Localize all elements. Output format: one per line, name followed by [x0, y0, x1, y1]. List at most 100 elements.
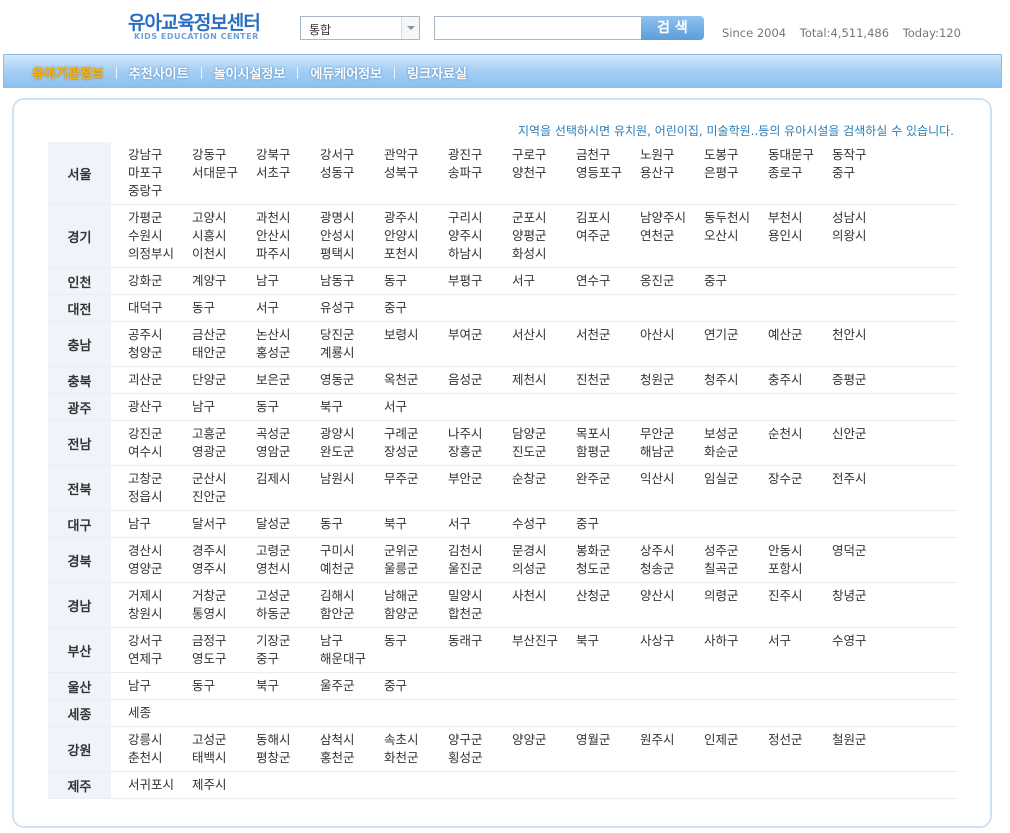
city-link[interactable]: 노원구: [640, 146, 704, 164]
city-link[interactable]: 경산시: [128, 542, 192, 560]
city-link[interactable]: 공주시: [128, 326, 192, 344]
city-link[interactable]: 영천시: [256, 560, 320, 578]
city-link[interactable]: 광양시: [320, 425, 384, 443]
city-link[interactable]: 용산구: [640, 164, 704, 182]
city-link[interactable]: 중랑구: [128, 182, 192, 200]
city-link[interactable]: 양천구: [512, 164, 576, 182]
city-link[interactable]: 곡성군: [256, 425, 320, 443]
city-link[interactable]: 수영구: [832, 632, 896, 650]
city-link[interactable]: 괴산군: [128, 371, 192, 389]
city-link[interactable]: 강북구: [256, 146, 320, 164]
city-link[interactable]: 북구: [576, 632, 640, 650]
city-link[interactable]: 부여군: [448, 326, 512, 344]
city-link[interactable]: 서구: [256, 299, 320, 317]
city-link[interactable]: 증평군: [832, 371, 896, 389]
city-link[interactable]: 목포시: [576, 425, 640, 443]
city-link[interactable]: 의정부시: [128, 245, 192, 263]
city-link[interactable]: 영등포구: [576, 164, 640, 182]
city-link[interactable]: 남구: [128, 515, 192, 533]
city-link[interactable]: 충주시: [768, 371, 832, 389]
city-link[interactable]: 함안군: [320, 605, 384, 623]
city-link[interactable]: 남원시: [320, 470, 384, 488]
city-link[interactable]: 서산시: [512, 326, 576, 344]
city-link[interactable]: 전주시: [832, 470, 896, 488]
city-link[interactable]: 청송군: [640, 560, 704, 578]
city-link[interactable]: 순창군: [512, 470, 576, 488]
city-link[interactable]: 구미시: [320, 542, 384, 560]
city-link[interactable]: 영암군: [256, 443, 320, 461]
city-link[interactable]: 청원군: [640, 371, 704, 389]
site-logo[interactable]: 유아교육정보센터 KIDS EDUCATION CENTER: [128, 8, 278, 44]
city-link[interactable]: 고령군: [256, 542, 320, 560]
city-link[interactable]: 평창군: [256, 749, 320, 767]
city-link[interactable]: 강서구: [320, 146, 384, 164]
search-input[interactable]: [434, 16, 642, 40]
city-link[interactable]: 진주시: [768, 587, 832, 605]
city-link[interactable]: 옹진군: [640, 272, 704, 290]
city-link[interactable]: 도봉구: [704, 146, 768, 164]
city-link[interactable]: 청주시: [704, 371, 768, 389]
city-link[interactable]: 보은군: [256, 371, 320, 389]
city-link[interactable]: 남구: [192, 398, 256, 416]
city-link[interactable]: 서초구: [256, 164, 320, 182]
city-link[interactable]: 동작구: [832, 146, 896, 164]
city-link[interactable]: 동구: [384, 272, 448, 290]
city-link[interactable]: 종로구: [768, 164, 832, 182]
search-button[interactable]: 검 색: [641, 16, 704, 40]
city-link[interactable]: 음성군: [448, 371, 512, 389]
city-link[interactable]: 인제군: [704, 731, 768, 749]
city-link[interactable]: 임실군: [704, 470, 768, 488]
city-link[interactable]: 세종: [128, 704, 192, 722]
city-link[interactable]: 김포시: [576, 209, 640, 227]
city-link[interactable]: 연천군: [640, 227, 704, 245]
city-link[interactable]: 장수군: [768, 470, 832, 488]
city-link[interactable]: 성남시: [832, 209, 896, 227]
city-link[interactable]: 삼척시: [320, 731, 384, 749]
city-link[interactable]: 양주시: [448, 227, 512, 245]
city-link[interactable]: 봉화군: [576, 542, 640, 560]
city-link[interactable]: 포항시: [768, 560, 832, 578]
city-link[interactable]: 동구: [192, 299, 256, 317]
city-link[interactable]: 광명시: [320, 209, 384, 227]
city-link[interactable]: 서구: [768, 632, 832, 650]
city-link[interactable]: 계양구: [192, 272, 256, 290]
city-link[interactable]: 양양군: [512, 731, 576, 749]
city-link[interactable]: 사천시: [512, 587, 576, 605]
city-link[interactable]: 정선군: [768, 731, 832, 749]
city-link[interactable]: 영주시: [192, 560, 256, 578]
city-link[interactable]: 강서구: [128, 632, 192, 650]
city-link[interactable]: 남해군: [384, 587, 448, 605]
city-link[interactable]: 하동군: [256, 605, 320, 623]
city-link[interactable]: 영도구: [192, 650, 256, 668]
city-link[interactable]: 담양군: [512, 425, 576, 443]
city-link[interactable]: 강남구: [128, 146, 192, 164]
city-link[interactable]: 고성군: [192, 731, 256, 749]
city-link[interactable]: 기장군: [256, 632, 320, 650]
city-link[interactable]: 중구: [384, 299, 448, 317]
city-link[interactable]: 보성군: [704, 425, 768, 443]
city-link[interactable]: 사하구: [704, 632, 768, 650]
city-link[interactable]: 양구군: [448, 731, 512, 749]
city-link[interactable]: 산청군: [576, 587, 640, 605]
city-link[interactable]: 동구: [256, 398, 320, 416]
city-link[interactable]: 아산시: [640, 326, 704, 344]
city-link[interactable]: 의령군: [704, 587, 768, 605]
city-link[interactable]: 중구: [576, 515, 640, 533]
city-link[interactable]: 안성시: [320, 227, 384, 245]
city-link[interactable]: 거창군: [192, 587, 256, 605]
city-link[interactable]: 영양군: [128, 560, 192, 578]
city-link[interactable]: 금산군: [192, 326, 256, 344]
city-link[interactable]: 철원군: [832, 731, 896, 749]
city-link[interactable]: 완주군: [576, 470, 640, 488]
city-link[interactable]: 화순군: [704, 443, 768, 461]
city-link[interactable]: 태백시: [192, 749, 256, 767]
city-link[interactable]: 수원시: [128, 227, 192, 245]
city-link[interactable]: 나주시: [448, 425, 512, 443]
city-link[interactable]: 김제시: [256, 470, 320, 488]
city-link[interactable]: 포천시: [384, 245, 448, 263]
city-link[interactable]: 중구: [704, 272, 768, 290]
city-link[interactable]: 서천군: [576, 326, 640, 344]
city-link[interactable]: 여수시: [128, 443, 192, 461]
city-link[interactable]: 무주군: [384, 470, 448, 488]
city-link[interactable]: 거제시: [128, 587, 192, 605]
